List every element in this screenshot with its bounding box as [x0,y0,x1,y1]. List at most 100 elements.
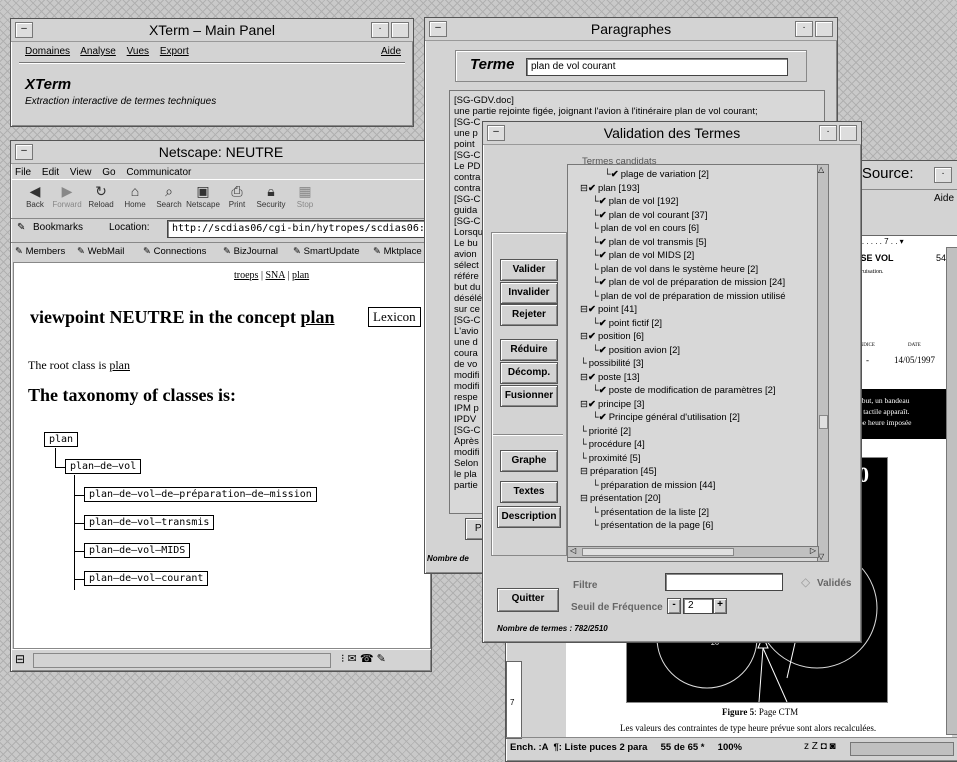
tree-node-plan-de-vol[interactable]: plan–de–vol [65,459,142,474]
terms-hscrollbar[interactable]: ◁ ▷ [567,546,819,558]
personal-webmail[interactable]: ✎ WebMail [77,246,124,257]
menu-vues[interactable]: Vues [127,46,149,57]
term-item[interactable]: └ présentation de la liste [2] [592,506,709,519]
lexicon-button[interactable]: Lexicon [368,307,421,327]
term-item[interactable]: ⊟✔ point [41] [580,303,637,316]
maximize-button[interactable] [391,22,409,38]
term-item[interactable]: └✔ poste de modification de paramètres [2… [592,384,776,397]
terme-input[interactable]: plan de vol courant [526,58,788,76]
reduire-button[interactable]: Réduire [500,339,558,361]
menu-view[interactable]: View [70,167,92,178]
netscape-titlebar[interactable]: – Netscape: NEUTRE [11,141,431,164]
term-item[interactable]: ⊟✔ plan [193] [580,182,640,195]
term-item[interactable]: └ préparation de mission [44] [592,479,715,492]
link-sna[interactable]: SNA [265,270,284,281]
term-item[interactable]: └✔ plage de variation [2] [604,168,709,181]
component-bar-icons[interactable]: ⁝ ✉ ☎ ✎ [341,652,386,665]
term-item[interactable]: ⊟✔ position [6] [580,330,644,343]
minimize-button[interactable]: · [934,167,952,183]
forward-button[interactable]: ▶ Forward [49,182,85,209]
valider-button[interactable]: Valider [500,259,558,281]
textes-button[interactable]: Textes [500,481,558,503]
decomp-button[interactable]: Décomp. [500,362,558,384]
term-item[interactable]: ⊟✔ principe [3] [580,398,644,411]
term-item[interactable]: ⊟ présentation [20] [580,492,661,505]
tree-node-preparation[interactable]: plan–de–vol–de–préparation–de–mission [84,487,317,502]
scroll-thumb[interactable] [819,415,828,429]
valides-diamond-icon[interactable]: ◇ [801,575,810,589]
term-item[interactable]: └ possibilité [3] [580,357,644,370]
description-button[interactable]: Description [497,506,561,528]
term-item[interactable]: └ présentation de la page [6] [592,519,713,532]
tree-node-mids[interactable]: plan–de–vol–MIDS [84,543,191,558]
menu-file[interactable]: File [15,167,31,178]
search-button[interactable]: ⌕ Search [151,182,187,209]
home-button[interactable]: ⌂ Home [117,182,153,209]
window-menu-button[interactable]: – [429,21,447,37]
term-item[interactable]: └✔ plan de vol transmis [5] [592,236,706,249]
tree-node-transmis[interactable]: plan–de–vol–transmis [84,515,215,530]
zoom-controls[interactable]: z Z ◘ ◙ [804,741,836,752]
personal-bizjournal[interactable]: ✎ BizJournal [223,246,278,257]
paragraphes-titlebar[interactable]: – Paragraphes · [425,18,837,41]
netscape-button[interactable]: ▣ Netscape [185,182,221,209]
root-link-plan[interactable]: plan [109,358,130,372]
hscroll-thumb[interactable] [582,548,734,556]
menu-aide[interactable]: Aide [381,46,401,57]
menu-communicator[interactable]: Communicator [126,167,191,178]
term-item[interactable]: ⊟ préparation [45] [580,465,657,478]
window-menu-button[interactable]: – [15,144,33,160]
menu-edit[interactable]: Edit [42,167,59,178]
scroll-up-arrow-icon[interactable]: △ [818,165,824,174]
validation-titlebar[interactable]: – Validation des Termes · [483,122,861,145]
tree-node-plan[interactable]: plan [44,432,79,447]
quitter-button[interactable]: Quitter [497,588,559,612]
tree-node-courant[interactable]: plan–de–vol–courant [84,571,209,586]
graphe-button[interactable]: Graphe [500,450,558,472]
seuil-plus-button[interactable]: + [713,598,727,614]
collapse-icon[interactable]: ⊟ [580,372,588,383]
term-item[interactable]: └✔ point fictif [2] [592,317,662,330]
minimize-button[interactable]: · [795,21,813,37]
print-button[interactable]: ⎙ Print [219,182,255,209]
menu-go[interactable]: Go [102,167,115,178]
window-menu-button[interactable]: – [487,125,505,141]
reload-button[interactable]: ↻ Reload [83,182,119,209]
scroll-left-arrow-icon[interactable]: ◁ [570,546,576,555]
menu-export[interactable]: Export [160,46,189,57]
collapse-icon[interactable]: ⊟ [580,304,588,315]
collapse-icon[interactable]: ⊟ [580,399,588,410]
maximize-button[interactable] [815,21,833,37]
security-button[interactable]: 🔒︎ Security [253,182,289,209]
fusionner-button[interactable]: Fusionner [500,385,558,407]
term-item[interactable]: └ plan de vol dans le système heure [2] [592,263,758,276]
term-item[interactable]: └ plan de vol de préparation de mission u… [592,290,786,303]
collapse-icon[interactable]: ⊟ [580,183,588,194]
scroll-right-arrow-icon[interactable]: ▷ [810,546,816,555]
word-menu-aide[interactable]: Aide [934,193,954,204]
personal-mktplace[interactable]: ✎ Mktplace [373,246,422,257]
link-troeps[interactable]: troeps [234,270,258,281]
seuil-minus-button[interactable]: - [667,598,681,614]
security-status-icon[interactable]: ⊟ [15,652,25,666]
term-item[interactable]: └✔ plan de vol courant [37] [592,209,707,222]
word-vscrollbar[interactable] [946,247,957,735]
minimize-button[interactable]: · [819,125,837,141]
terms-tree[interactable]: └✔ plage de variation [2] ⊟✔ plan [193] └✔ pl… [567,164,819,562]
heading-link-plan[interactable]: plan [301,307,335,327]
maximize-button[interactable] [839,125,857,141]
location-input[interactable]: http://scdias06/cgi-bin/hytropes/scdias0… [167,220,429,238]
term-item[interactable]: └✔ plan de vol [192] [592,195,678,208]
personal-members[interactable]: ✎ Members [15,246,65,257]
term-item[interactable]: └ priorité [2] [580,425,631,438]
collapse-icon[interactable]: ⊟ [580,331,588,342]
collapse-icon[interactable]: ⊟ [580,493,588,504]
term-item[interactable]: └ procédure [4] [580,438,645,451]
xterm-titlebar[interactable]: – XTerm – Main Panel · [11,19,413,42]
seuil-input[interactable]: 2 [683,598,713,614]
filtre-input[interactable] [665,573,783,591]
personal-connections[interactable]: ✎ Connections [143,246,206,257]
collapse-icon[interactable]: ⊟ [580,466,588,477]
term-item[interactable]: └✔ Principe général d'utilisation [2] [592,411,740,424]
word-hscrollbar[interactable] [850,742,954,756]
